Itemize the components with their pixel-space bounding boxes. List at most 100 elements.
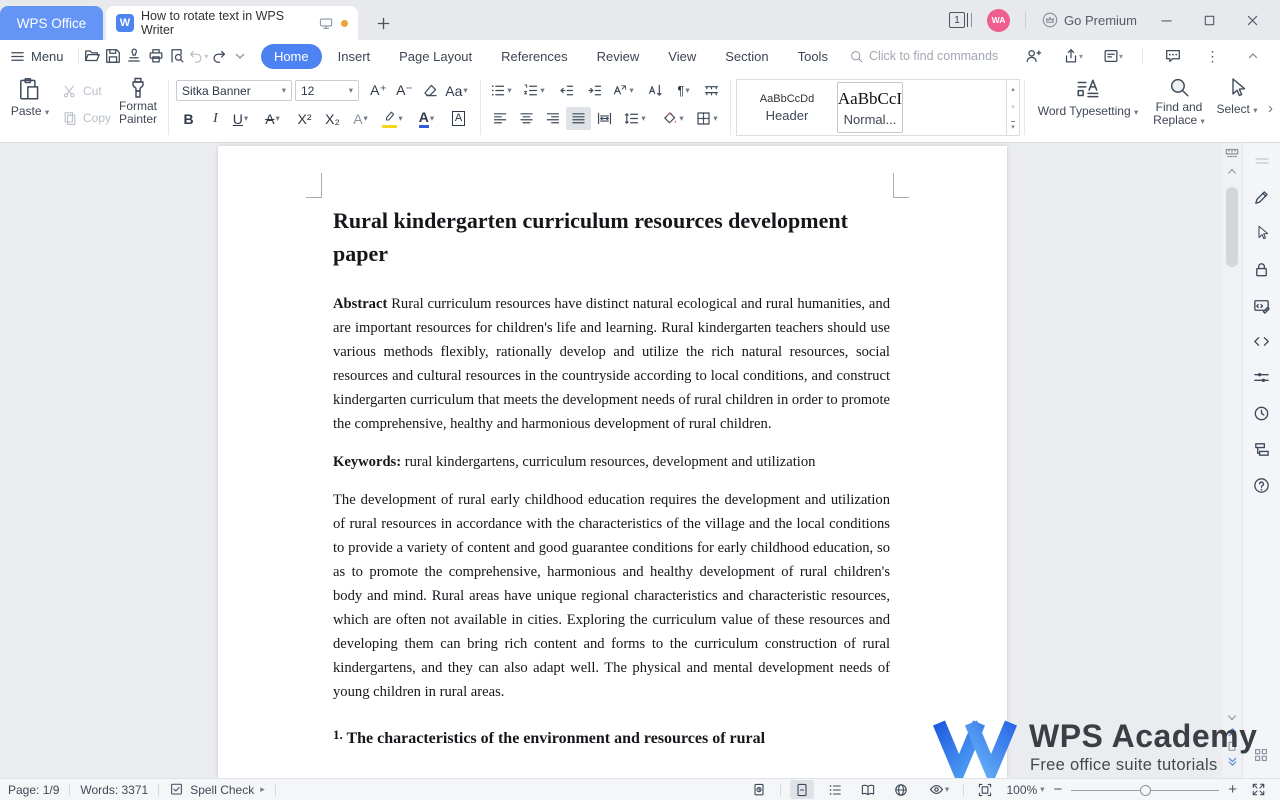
vertical-scrollbar[interactable] (1222, 143, 1242, 778)
increase-indent-button[interactable] (582, 79, 607, 102)
spell-check-button[interactable]: Spell Check ▸ (169, 782, 265, 797)
tab-view[interactable]: View (655, 44, 709, 69)
styles-scroll-down-button[interactable]: ▾ (1007, 98, 1019, 116)
zoom-level-select[interactable]: 100% ▾ (1006, 783, 1044, 797)
tab-page-layout[interactable]: Page Layout (386, 44, 485, 69)
keywords-line[interactable]: Keywords: rural kindergartens, curriculu… (333, 450, 890, 474)
scroll-up-button[interactable] (1222, 167, 1242, 175)
text-direction-button[interactable]: ▾ (610, 79, 635, 102)
close-button[interactable] (1238, 6, 1266, 34)
task-window-button[interactable] (747, 780, 771, 799)
cut-button[interactable]: Cut (62, 83, 102, 99)
notes-dropdown[interactable]: ▾ (1119, 52, 1123, 61)
select-button[interactable]: Select ▾ (1212, 76, 1262, 117)
align-center-button[interactable] (514, 107, 539, 130)
sidebar-sign-tool[interactable] (1252, 295, 1272, 315)
word-typesetting-button[interactable]: Word Typesetting ▾ (1032, 76, 1144, 119)
font-name-select[interactable]: Sitka Banner ▾ (176, 80, 292, 101)
undo-button[interactable]: ▾ (187, 44, 208, 68)
copy-button[interactable]: Copy (62, 110, 111, 126)
tab-settings-button[interactable] (699, 79, 724, 102)
text-effects-button[interactable]: A▾ (348, 107, 373, 130)
line-spacing-button[interactable]: ▾ (622, 107, 647, 130)
scroll-down-button[interactable] (1222, 714, 1242, 722)
fullscreen-button[interactable] (1246, 780, 1270, 799)
fit-page-button[interactable] (973, 780, 997, 799)
go-premium-button[interactable]: Go Premium (1041, 11, 1137, 29)
redo-button[interactable] (209, 44, 230, 68)
sidebar-history-tool[interactable] (1252, 403, 1272, 423)
export-share-button[interactable]: ▾ (1059, 44, 1086, 68)
numbered-list-button[interactable]: ▾ (521, 79, 546, 102)
maximize-button[interactable] (1195, 6, 1223, 34)
document-tab[interactable]: W How to rotate text in WPS Writer (106, 6, 358, 40)
decrease-font-button[interactable]: A⁻ (392, 79, 417, 102)
comment-button[interactable] (1159, 44, 1186, 68)
notes-button[interactable]: ▾ (1099, 44, 1126, 68)
outline-view-button[interactable] (823, 780, 847, 799)
window-switch-button[interactable]: 1 (949, 12, 972, 28)
character-border-button[interactable]: A (446, 107, 471, 130)
share-user-button[interactable] (1019, 44, 1046, 68)
borders-button[interactable]: ▾ (694, 107, 719, 130)
show-marks-button[interactable]: ¶▾ (671, 79, 696, 102)
abstract-paragraph[interactable]: Abstract Rural curriculum resources have… (333, 292, 890, 436)
paste-dropdown[interactable]: ▾ (45, 107, 49, 117)
sidebar-drag-handle[interactable] (1252, 151, 1272, 171)
web-layout-button[interactable] (889, 780, 913, 799)
share-dropdown[interactable]: ▾ (1079, 52, 1083, 61)
wps-office-home-tab[interactable]: WPS Office (0, 6, 103, 40)
read-layout-button[interactable] (856, 780, 880, 799)
styles-expand-button[interactable]: ▾ (1007, 117, 1019, 135)
style-normal[interactable]: AaBbCcI Normal... (837, 82, 903, 133)
sidebar-navigation-tool[interactable] (1252, 439, 1272, 459)
change-case-button[interactable]: Aa▾ (444, 79, 469, 102)
document-content[interactable]: Rural kindergarten curriculum resources … (333, 146, 890, 752)
save-button[interactable] (103, 44, 124, 68)
open-button[interactable] (81, 44, 102, 68)
sidebar-edit-tool[interactable] (1252, 187, 1272, 207)
sidebar-help-tool[interactable] (1252, 475, 1272, 495)
font-size-select[interactable]: 12 ▾ (295, 80, 359, 101)
increase-font-button[interactable]: A⁺ (366, 79, 391, 102)
sidebar-code-tool[interactable] (1252, 331, 1272, 351)
clear-format-button[interactable] (418, 79, 443, 102)
styles-scroll-up-button[interactable]: ▴ (1007, 80, 1019, 98)
zoom-slider-thumb[interactable] (1140, 785, 1151, 796)
new-tab-button[interactable] (370, 10, 396, 36)
word-count[interactable]: Words: 3371 (80, 783, 148, 797)
document-title[interactable]: Rural kindergarten curriculum resources … (333, 204, 890, 270)
browse-object-button[interactable] (1222, 741, 1242, 752)
superscript-button[interactable]: X² (292, 107, 317, 130)
sidebar-apps-grid-button[interactable] (1252, 746, 1272, 766)
find-replace-button[interactable]: Find and Replace ▾ (1148, 76, 1210, 128)
tab-tools[interactable]: Tools (785, 44, 841, 69)
style-header[interactable]: AaBbCcDd Header (739, 82, 835, 133)
page-indicator[interactable]: Page: 1/9 (8, 783, 59, 797)
font-color-button[interactable]: A ▾ (414, 107, 439, 130)
sidebar-protect-tool[interactable] (1252, 259, 1272, 279)
underline-button[interactable]: U▾ (228, 107, 253, 130)
next-page-button[interactable] (1222, 756, 1242, 768)
strikethrough-button[interactable]: A▾ (260, 107, 285, 130)
sidebar-settings-tool[interactable] (1252, 367, 1272, 387)
paste-button[interactable]: Paste ▾ (8, 76, 52, 119)
tab-home[interactable]: Home (261, 44, 322, 69)
print-preview-button[interactable] (166, 44, 187, 68)
document-canvas[interactable]: Rural kindergarten curriculum resources … (0, 143, 1222, 778)
collapse-ribbon-button[interactable] (1239, 44, 1266, 68)
tab-insert[interactable]: Insert (325, 44, 384, 69)
bullet-list-button[interactable]: ▾ (488, 79, 513, 102)
more-options-button[interactable]: ⋮ (1199, 44, 1226, 68)
zoom-out-button[interactable]: − (1053, 785, 1062, 795)
page-view-button[interactable] (790, 780, 814, 799)
align-left-button[interactable] (488, 107, 513, 130)
justify-button[interactable] (566, 107, 591, 130)
italic-button[interactable]: I (203, 107, 228, 130)
tab-section[interactable]: Section (712, 44, 781, 69)
output-stamp-button[interactable] (124, 44, 145, 68)
zoom-in-button[interactable]: + (1228, 785, 1237, 795)
minimize-button[interactable] (1152, 6, 1180, 34)
page[interactable]: Rural kindergarten curriculum resources … (218, 146, 1007, 778)
shading-button[interactable]: ▾ (660, 107, 685, 130)
